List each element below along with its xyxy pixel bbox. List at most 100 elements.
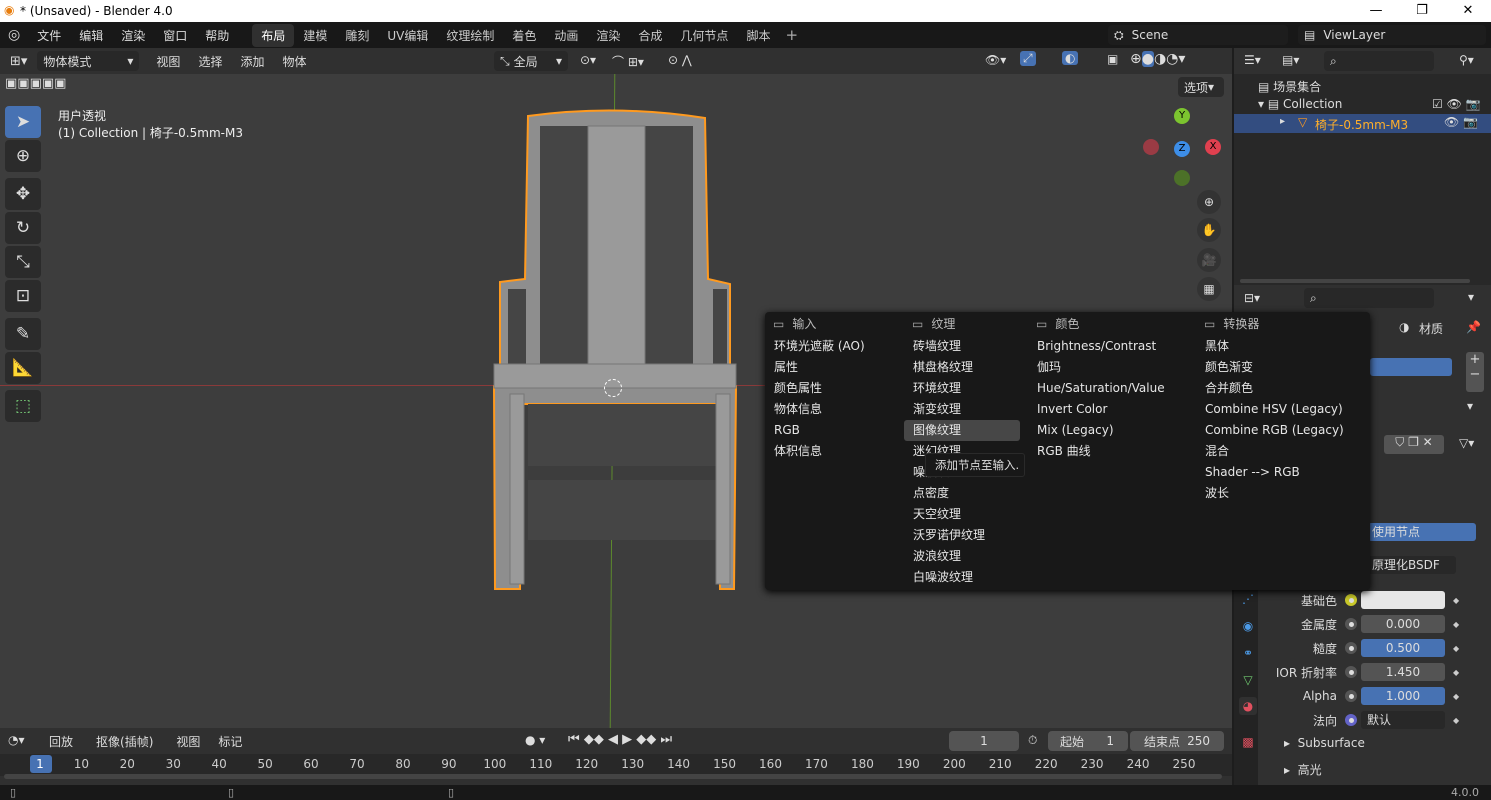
menu-item[interactable]: 图像纹理: [904, 420, 1020, 441]
gizmo-z[interactable]: Z: [1174, 141, 1190, 157]
timeline-menu-item[interactable]: 视图: [167, 733, 209, 750]
viewport-menu-item[interactable]: 选择: [189, 53, 231, 70]
zoom-icon[interactable]: ⊕: [1197, 190, 1221, 214]
select-mode-buttons[interactable]: ▣▣▣▣▣: [0, 76, 100, 96]
menu-item[interactable]: 天空纹理: [904, 504, 1020, 525]
timeline-scrollbar[interactable]: [4, 774, 1222, 779]
current-frame-field[interactable]: 1: [949, 731, 1019, 751]
property-value[interactable]: 0.500: [1361, 639, 1445, 657]
menu-item[interactable]: 物体信息: [765, 399, 881, 420]
menu-item[interactable]: 沃罗诺伊纹理: [904, 525, 1020, 546]
socket-icon[interactable]: [1345, 594, 1357, 606]
select-tool[interactable]: ➤: [5, 106, 41, 138]
menu-item[interactable]: RGB 曲线: [1028, 441, 1144, 462]
timeline-editor-icon[interactable]: ◔▾: [8, 733, 25, 747]
move-tool[interactable]: ✥: [5, 178, 41, 210]
specular-panel[interactable]: ▸ 高光: [1284, 761, 1322, 778]
tab-workspace[interactable]: 渲染: [587, 24, 629, 47]
socket-icon[interactable]: [1345, 690, 1357, 702]
display-mode-icon[interactable]: ▤▾: [1282, 53, 1299, 67]
menu-item[interactable]: 白噪波纹理: [904, 567, 1020, 588]
add-remove-slot-buttons[interactable]: + −: [1466, 352, 1484, 392]
menu-item[interactable]: 合并颜色: [1196, 378, 1312, 399]
stopwatch-icon[interactable]: ⏱: [1028, 733, 1037, 748]
cursor-tool[interactable]: ⊕: [5, 140, 41, 172]
visibility-icon[interactable]: 👁 📷: [1444, 115, 1478, 129]
xray-icon[interactable]: ▣: [1107, 52, 1118, 66]
use-nodes-button[interactable]: 使用节点: [1368, 523, 1476, 541]
pivot-icon[interactable]: ⊙▾: [580, 53, 596, 67]
menu-item[interactable]: 棋盘格纹理: [904, 357, 1020, 378]
menu-item[interactable]: 帮助: [196, 27, 238, 44]
socket-icon[interactable]: [1345, 618, 1357, 630]
tab-workspace[interactable]: UV编辑: [378, 24, 437, 47]
slot-specials-icon[interactable]: ▾: [1467, 399, 1473, 413]
tab-workspace[interactable]: 动画: [545, 24, 587, 47]
camera-icon[interactable]: 🎥: [1197, 248, 1221, 272]
timeline-menu-item[interactable]: 抠像(插帧): [87, 733, 167, 750]
physics-tab-icon[interactable]: ◉: [1239, 617, 1257, 635]
menu-item[interactable]: 混合: [1196, 441, 1312, 462]
add-workspace-button[interactable]: +: [779, 26, 804, 44]
menu-item[interactable]: 伽玛: [1028, 357, 1144, 378]
minimize-button[interactable]: —: [1353, 0, 1399, 22]
menu-item[interactable]: Mix (Legacy): [1028, 420, 1144, 441]
gizmo-x[interactable]: X: [1205, 139, 1221, 155]
menu-item[interactable]: 波长: [1196, 483, 1312, 504]
outliner-search[interactable]: ⌕: [1324, 51, 1434, 71]
gizmo-neg-x[interactable]: [1143, 139, 1159, 155]
keyframe-icon[interactable]: ◆: [1453, 596, 1459, 605]
options-button[interactable]: 选项 ▾: [1178, 77, 1224, 97]
menu-item[interactable]: Combine HSV (Legacy): [1196, 399, 1343, 420]
3d-cursor-icon[interactable]: [604, 379, 622, 397]
socket-icon[interactable]: [1345, 714, 1357, 726]
checkbox-icon[interactable]: ☑ 👁 📷: [1432, 97, 1481, 111]
keyframe-icon[interactable]: ◆: [1453, 692, 1459, 701]
view-layer-selector[interactable]: ▤ ViewLayer: [1298, 25, 1486, 45]
properties-editor-icon[interactable]: ⊟▾: [1244, 291, 1260, 305]
property-value[interactable]: 0.000: [1361, 615, 1445, 633]
keyframe-icon[interactable]: ◆: [1453, 644, 1459, 653]
outliner-editor-icon[interactable]: ☰▾: [1244, 53, 1261, 67]
end-frame-field[interactable]: 结束点 250: [1130, 731, 1224, 751]
shading-modes-icon[interactable]: ⊕●◑◔▾: [1130, 51, 1185, 67]
menu-item[interactable]: 渐变纹理: [904, 399, 1020, 420]
object-row[interactable]: ▸ ▽ 椅子-0.5mm-M3 👁 📷: [1234, 114, 1491, 133]
data-tab-icon[interactable]: ▽: [1239, 671, 1257, 689]
outliner-scrollbar[interactable]: [1240, 279, 1470, 283]
menu-item[interactable]: 窗口: [154, 27, 196, 44]
transform-tool[interactable]: ⊡: [5, 280, 41, 312]
proportional-edit-icon[interactable]: ⊙ ⋀: [668, 53, 692, 67]
close-button[interactable]: ✕: [1445, 0, 1491, 22]
surface-shader-field[interactable]: 原理化BSDF: [1368, 556, 1456, 574]
menu-item[interactable]: 环境光遮蔽 (AO): [765, 336, 881, 357]
texture-tab-icon[interactable]: ▩: [1239, 733, 1257, 751]
menu-item[interactable]: 渲染: [112, 27, 154, 44]
material-actions[interactable]: ⛉ ❐ ✕: [1384, 435, 1444, 454]
pin-icon[interactable]: 📌: [1466, 320, 1481, 334]
menu-item[interactable]: 文件: [28, 27, 70, 44]
menu-item[interactable]: 黑体: [1196, 336, 1312, 357]
start-frame-field[interactable]: 起始 1: [1048, 731, 1128, 751]
menu-item[interactable]: 环境纹理: [904, 378, 1020, 399]
socket-icon[interactable]: [1345, 642, 1357, 654]
viewport-menu-item[interactable]: 物体: [273, 53, 315, 70]
gizmo-y[interactable]: Y: [1174, 108, 1190, 124]
timeline-menu-item[interactable]: 标记: [209, 733, 251, 750]
keyframe-icon[interactable]: ◆: [1453, 668, 1459, 677]
menu-item[interactable]: RGB: [765, 420, 881, 441]
gizmo-neg-y[interactable]: [1174, 170, 1190, 186]
timeline-menu-item[interactable]: 回放: [40, 733, 87, 750]
keyframe-record-icon[interactable]: ● ▾: [525, 733, 545, 747]
visibility-icon[interactable]: 👁▾: [985, 53, 1006, 67]
options-dropdown-icon[interactable]: ▾: [1468, 290, 1474, 304]
tab-workspace[interactable]: 合成: [629, 24, 671, 47]
playback-controls[interactable]: ⏮ ◆◆ ◀ ▶ ◆◆ ⏭: [568, 732, 672, 747]
menu-item[interactable]: Hue/Saturation/Value: [1028, 378, 1165, 399]
blender-menu-icon[interactable]: ◎: [0, 27, 28, 43]
editor-type-icon[interactable]: ⊞▾: [0, 54, 37, 69]
menu-item[interactable]: 体积信息: [765, 441, 881, 462]
menu-item[interactable]: Brightness/Contrast: [1028, 336, 1156, 357]
transform-orientation[interactable]: ⤡ 全局 ▾: [494, 51, 568, 71]
filter-icon[interactable]: ⚲▾: [1459, 53, 1474, 67]
